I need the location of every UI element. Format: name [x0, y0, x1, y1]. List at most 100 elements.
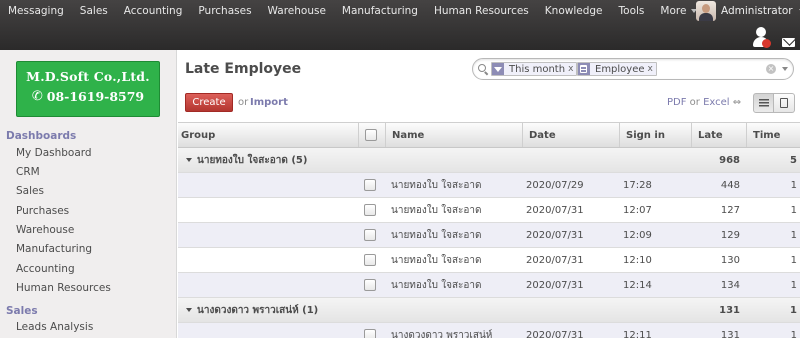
sidebar-section-sales: Sales	[6, 305, 38, 317]
name-cell: นางดวงดาว พราวเสน่ห์	[391, 329, 493, 338]
search-facet-this-month: This month x	[491, 62, 578, 76]
late-cell: 448	[720, 179, 740, 191]
row-select-cell	[364, 223, 384, 247]
column-header-sign-in[interactable]: Sign in	[619, 123, 691, 147]
date-cell: 2020/07/29	[526, 179, 584, 191]
list-view-button[interactable]	[753, 93, 774, 113]
menu-knowledge[interactable]: Knowledge	[537, 0, 611, 22]
export-links: PDF or Excel ⇔	[667, 97, 741, 108]
name-cell: นายทองใบ ใจสะอาด	[391, 204, 482, 216]
sign-in-cell: 12:11	[623, 329, 652, 338]
row-checkbox[interactable]	[364, 254, 376, 266]
select-all-checkbox[interactable]	[365, 129, 377, 141]
group-time-total: 1	[790, 304, 797, 316]
table-row[interactable]: นายทองใบ ใจสะอาด 2020/07/31 12:10 130 1	[178, 248, 800, 273]
group-name: นายทองใบ ใจสะอาด (5)	[197, 154, 308, 166]
sidebar-item-sales[interactable]: Sales	[16, 185, 44, 197]
row-select-cell	[364, 198, 384, 222]
chevron-down-icon[interactable]	[782, 67, 788, 71]
date-cell: 2020/07/31	[526, 254, 584, 266]
clear-search-icon[interactable]: ×	[766, 64, 776, 74]
column-header-time[interactable]: Time	[746, 123, 800, 147]
menu-sales[interactable]: Sales	[72, 0, 116, 22]
column-header-group[interactable]: Group	[178, 123, 358, 147]
time-cell: 1	[790, 229, 797, 241]
group-late-total: 131	[719, 304, 740, 316]
sidebar-item-leads-analysis[interactable]: Leads Analysis	[16, 321, 93, 333]
table-row[interactable]: นางดวงดาว พราวเสน่ห์ 2020/07/31 12:11 131 1	[178, 323, 800, 338]
row-checkbox[interactable]	[364, 204, 376, 216]
main-content: Late Employee This month x Employee x × …	[178, 50, 800, 338]
row-checkbox[interactable]	[364, 329, 376, 338]
search-bar[interactable]: This month x Employee x ×	[472, 58, 794, 80]
search-icon	[478, 64, 488, 74]
sign-in-cell: 17:28	[623, 179, 652, 191]
group-row[interactable]: นายทองใบ ใจสะอาด (5) 968 5	[178, 148, 800, 173]
group-late-total: 968	[719, 154, 740, 166]
row-checkbox[interactable]	[364, 279, 376, 291]
sidebar-item-manufacturing[interactable]: Manufacturing	[16, 243, 92, 255]
company-logo[interactable]: M.D.Soft Co.,Ltd. ✆ 08-1619-8579	[16, 61, 160, 117]
time-cell: 1	[790, 254, 797, 266]
list-view-icon	[758, 99, 769, 107]
row-select-cell	[364, 173, 384, 197]
remove-facet-icon[interactable]: x	[648, 64, 656, 74]
remove-facet-icon[interactable]: x	[568, 64, 576, 74]
column-header-name[interactable]: Name	[385, 123, 522, 147]
user-menu[interactable]: Administrator	[696, 1, 800, 21]
group-by-icon	[577, 63, 590, 75]
sidebar-item-human-resources[interactable]: Human Resources	[16, 282, 111, 294]
user-name: Administrator	[721, 5, 793, 17]
table-row[interactable]: นายทองใบ ใจสะอาด 2020/07/31 12:14 134 1	[178, 273, 800, 298]
add-user-icon[interactable]	[752, 27, 771, 49]
group-name: นางดวงดาว พราวเสน่ห์ (1)	[197, 304, 319, 316]
view-switcher	[753, 93, 795, 113]
time-cell: 1	[790, 279, 797, 291]
sidebar-item-purchases[interactable]: Purchases	[16, 205, 69, 217]
column-header-late[interactable]: Late	[691, 123, 746, 147]
top-navigation-bar: Messaging Sales Accounting Purchases War…	[0, 0, 800, 50]
table-row[interactable]: นายทองใบ ใจสะอาด 2020/07/31 12:09 129 1	[178, 223, 800, 248]
time-cell: 1	[790, 179, 797, 191]
sidebar-item-accounting[interactable]: Accounting	[16, 263, 75, 275]
group-label: นางดวงดาว พราวเสน่ห์ (1)	[178, 298, 358, 322]
sidebar-item-warehouse[interactable]: Warehouse	[16, 224, 74, 236]
table-row[interactable]: นายทองใบ ใจสะอาด 2020/07/31 12:07 127 1	[178, 198, 800, 223]
mail-icon[interactable]	[782, 38, 795, 47]
menu-tools[interactable]: Tools	[611, 0, 653, 22]
group-time-total: 5	[790, 154, 797, 166]
sign-in-cell: 12:07	[623, 204, 652, 216]
row-select-cell	[364, 323, 384, 338]
column-header-date[interactable]: Date	[522, 123, 619, 147]
menu-manufacturing[interactable]: Manufacturing	[334, 0, 426, 22]
logo-phone: 08-1619-8579	[46, 89, 145, 104]
name-cell: นายทองใบ ใจสะอาด	[391, 179, 482, 191]
menu-accounting[interactable]: Accounting	[116, 0, 191, 22]
row-select-cell	[364, 273, 384, 297]
row-checkbox[interactable]	[364, 229, 376, 241]
or-text: or	[238, 97, 249, 108]
sign-in-cell: 12:14	[623, 279, 652, 291]
sidebar-item-crm[interactable]: CRM	[16, 166, 40, 178]
sidebar: M.D.Soft Co.,Ltd. ✆ 08-1619-8579 Dashboa…	[0, 50, 177, 338]
import-link[interactable]: Import	[250, 97, 288, 108]
table-row[interactable]: นายทองใบ ใจสะอาด 2020/07/29 17:28 448 1	[178, 173, 800, 198]
pdf-export-link[interactable]: PDF	[667, 97, 686, 108]
create-button[interactable]: Create	[185, 93, 233, 112]
data-table: Group Name Date Sign in Late Time นายทอง…	[178, 122, 800, 338]
menu-warehouse[interactable]: Warehouse	[260, 0, 334, 22]
group-row[interactable]: นางดวงดาว พราวเสน่ห์ (1) 131 1	[178, 298, 800, 323]
chevron-down-icon	[186, 308, 192, 312]
sidebar-item-my-dashboard[interactable]: My Dashboard	[16, 147, 92, 159]
menu-messaging[interactable]: Messaging	[0, 0, 72, 22]
name-cell: นายทองใบ ใจสะอาด	[391, 229, 482, 241]
date-cell: 2020/07/31	[526, 329, 584, 338]
menu-purchases[interactable]: Purchases	[190, 0, 259, 22]
avatar	[696, 1, 716, 21]
row-checkbox[interactable]	[364, 179, 376, 191]
search-facet-employee: Employee x	[577, 62, 657, 76]
menu-human-resources[interactable]: Human Resources	[426, 0, 537, 22]
excel-export-link[interactable]: Excel	[703, 97, 730, 108]
late-cell: 134	[720, 279, 740, 291]
form-view-button[interactable]	[774, 93, 795, 113]
